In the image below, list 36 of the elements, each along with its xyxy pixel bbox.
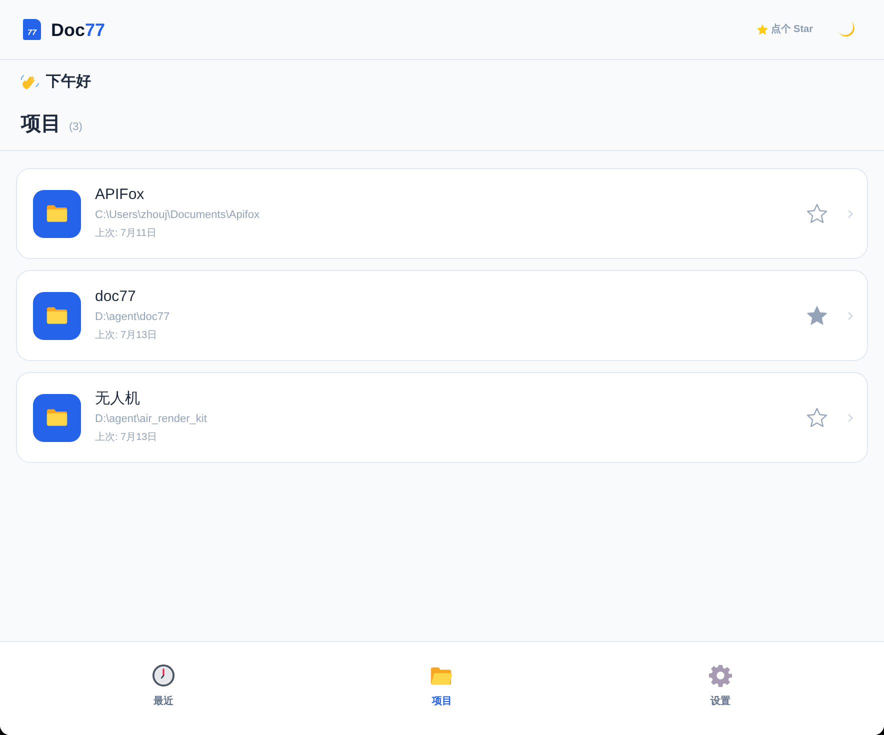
project-name: doc77: [95, 287, 136, 307]
filled-star-icon[interactable]: [807, 306, 827, 325]
chevron-right-icon: [848, 312, 853, 320]
project-card[interactable]: APIFox C:\Users\zhouj\Documents\Apifox 上次: 7月11日: [16, 168, 868, 259]
project-count: (3): [69, 120, 82, 134]
folder-icon: [33, 292, 81, 340]
project-card[interactable]: 无人机 D:\agent\air_render_kit 上次: 7月13日: [16, 372, 868, 463]
greeting: 下午好: [46, 72, 91, 92]
last-opened-date: 上次: 7月13日: [95, 430, 158, 445]
logo: 77: [23, 19, 41, 40]
section-title: 项目: [21, 112, 61, 137]
nav-tab[interactable]: 项目: [430, 664, 454, 710]
app-title: Doc77: [51, 18, 106, 42]
folder-icon: [33, 394, 81, 442]
star-button[interactable]: 点个 Star: [756, 22, 813, 36]
folder-icon: [430, 666, 454, 686]
star-outline-icon[interactable]: [807, 204, 827, 223]
star-icon: [756, 24, 768, 35]
last-opened-date: 上次: 7月11日: [95, 226, 156, 241]
project-path: D:\agent\doc77: [95, 310, 170, 325]
project-card[interactable]: doc77 D:\agent\doc77 上次: 7月13日: [16, 270, 868, 361]
moon-icon[interactable]: [837, 20, 857, 40]
project-path: C:\Users\zhouj\Documents\Apifox: [95, 208, 260, 223]
project-name: 无人机: [95, 389, 140, 409]
last-opened-date: 上次: 7月13日: [95, 328, 158, 343]
waving-hand-icon: [21, 74, 39, 90]
project-name: APIFox: [95, 185, 144, 205]
clock-icon: [152, 664, 175, 687]
gear-icon: [709, 664, 732, 687]
nav-tab[interactable]: 设置: [709, 664, 732, 710]
project-path: D:\agent\air_render_kit: [95, 412, 207, 427]
folder-icon: [33, 190, 81, 238]
chevron-right-icon: [848, 414, 853, 422]
star-outline-icon[interactable]: [807, 408, 827, 427]
chevron-right-icon: [848, 210, 853, 218]
nav-tab[interactable]: 最近: [152, 664, 175, 710]
